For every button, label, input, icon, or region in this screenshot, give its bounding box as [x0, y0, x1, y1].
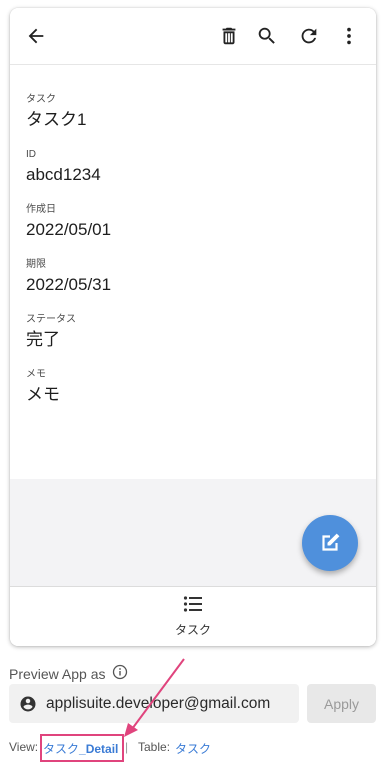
field-label: タスク	[26, 94, 56, 105]
nav-item-label: タスク	[174, 623, 211, 637]
field-memo: メモ メモ	[26, 369, 60, 406]
field-label: メモ	[26, 369, 46, 380]
field-created-date: 作成日 2022/05/01	[26, 204, 111, 241]
account-circle-icon	[19, 695, 37, 713]
view-name-suffix: _Detail	[79, 742, 119, 756]
field-value: 2022/05/01	[26, 220, 112, 239]
bottom-navigation: タスク	[10, 586, 376, 646]
view-name-link[interactable]: タスク_Detail	[43, 740, 118, 757]
detail-content: タスク タスク1 ID abcd1234 作成日 2022/05/01 期限 2…	[10, 65, 376, 479]
list-icon	[183, 596, 202, 612]
field-label: ステータス	[26, 314, 76, 325]
field-due-date: 期限 2022/05/31	[26, 259, 111, 296]
search-icon[interactable]	[253, 22, 281, 50]
edit-fab-button[interactable]	[302, 515, 358, 571]
trash-icon[interactable]	[215, 22, 243, 50]
refresh-icon[interactable]	[295, 22, 323, 50]
nav-item-task[interactable]: タスク	[168, 595, 218, 641]
edit-icon	[322, 533, 340, 551]
view-label: View:	[9, 740, 39, 754]
field-label: ID	[26, 149, 36, 160]
preview-email-value: applisuite.developer@gmail.com	[46, 694, 271, 712]
field-value: タスク1	[26, 110, 87, 129]
field-id: ID abcd1234	[26, 149, 101, 186]
apply-button[interactable]: Apply	[307, 684, 376, 723]
field-value: 完了	[26, 330, 60, 349]
field-value: abcd1234	[26, 165, 101, 184]
field-label: 期限	[26, 259, 46, 270]
view-name-prefix: タスク	[43, 742, 80, 756]
preview-app-as: Preview App as	[9, 664, 128, 683]
table-name-link[interactable]: タスク	[175, 740, 211, 757]
field-task: タスク タスク1	[26, 94, 86, 131]
app-toolbar	[10, 8, 376, 65]
info-icon[interactable]	[112, 664, 128, 683]
field-value: メモ	[26, 385, 60, 404]
field-value: 2022/05/31	[26, 275, 112, 294]
table-label: Table:	[138, 740, 171, 754]
separator: |	[125, 740, 129, 754]
more-vert-icon[interactable]	[335, 22, 363, 50]
back-arrow-icon[interactable]	[22, 22, 50, 50]
preview-label-text: Preview App as	[9, 665, 106, 682]
app-preview-frame: タスク タスク1 ID abcd1234 作成日 2022/05/01 期限 2…	[10, 8, 376, 646]
field-status: ステータス 完了	[26, 314, 76, 351]
field-label: 作成日	[26, 204, 56, 215]
preview-user-select[interactable]: applisuite.developer@gmail.com	[9, 684, 299, 723]
